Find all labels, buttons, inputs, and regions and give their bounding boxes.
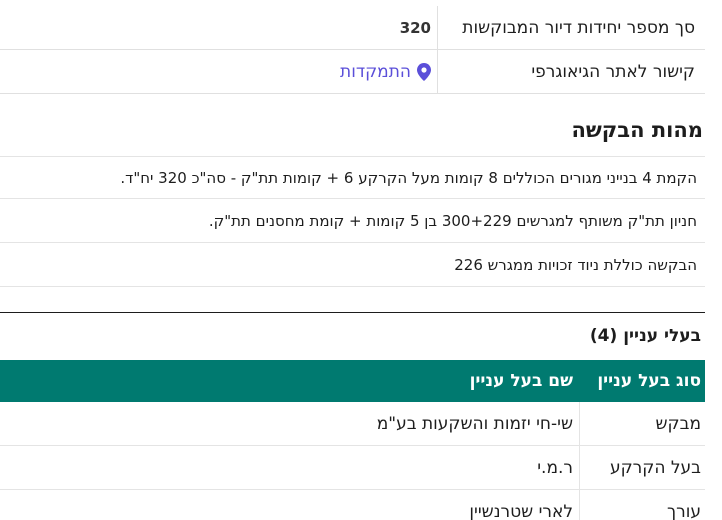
request-section-title: מהות הבקשה <box>571 118 703 142</box>
request-line-3: הבקשה כוללת ניוד זכויות ממגרש 226 <box>0 244 705 287</box>
geo-link-text: התמקדות <box>340 61 411 82</box>
stakeholders-title: בעלי עניין (4) <box>590 326 701 346</box>
info-row-units: סך מספר יחידות דיור המבוקשות 320 <box>0 6 705 50</box>
stakeholder-name: לארי שטרנשיין <box>469 502 573 520</box>
stakeholders-title-text: בעלי עניין <box>623 326 701 346</box>
stakeholder-type: עורך <box>579 490 705 520</box>
column-header-type: סוג בעל עניין <box>597 371 701 391</box>
geo-value-cell: התמקדות <box>0 50 437 93</box>
table-row: מבקש שי-חי יזמות והשקעות בע"מ <box>0 402 705 446</box>
column-header-name: שם בעל עניין <box>469 371 573 391</box>
map-pin-icon <box>417 62 431 81</box>
page: סך מספר יחידות דיור המבוקשות 320 קישור ל… <box>0 0 705 520</box>
stakeholder-type: מבקש <box>579 402 705 445</box>
stakeholders-count: (4) <box>589 326 618 346</box>
section-divider <box>0 312 705 313</box>
stakeholder-name: שי-חי יזמות והשקעות בע"מ <box>376 413 573 434</box>
geo-focus-link[interactable]: התמקדות <box>340 62 431 82</box>
request-line-1: הקמת 4 בנייני מגורים הכוללים 8 קומות מעל… <box>0 156 705 199</box>
stakeholder-type: בעל הקרקע <box>579 446 705 489</box>
request-line-2: חניון תת"ק משותף למגרשים 300+229 בן 5 קו… <box>0 200 705 243</box>
stakeholder-name: ר.מ.י <box>537 457 573 478</box>
stakeholders-table-header: סוג בעל עניין שם בעל עניין <box>0 360 705 402</box>
table-row: עורך לארי שטרנשיין <box>0 490 705 520</box>
info-row-geo: קישור לאתר הגיאוגרפי התמקדות <box>0 50 705 94</box>
table-row: בעל הקרקע ר.מ.י <box>0 446 705 490</box>
units-value: 320 <box>399 18 431 37</box>
units-label: סך מספר יחידות דיור המבוקשות <box>437 6 705 49</box>
geo-label: קישור לאתר הגיאוגרפי <box>437 50 705 93</box>
